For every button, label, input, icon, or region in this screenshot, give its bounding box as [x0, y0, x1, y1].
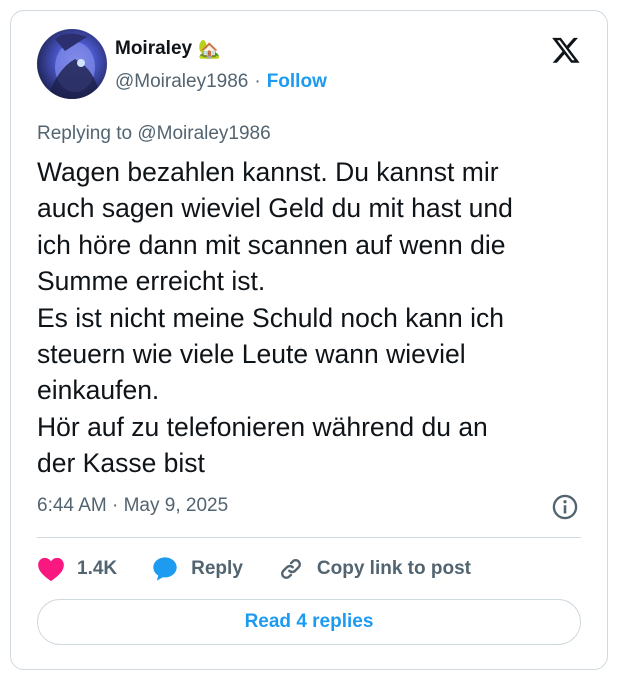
replying-to[interactable]: Replying to @Moiraley1986: [37, 123, 271, 145]
author-handle[interactable]: @Moiraley1986: [115, 71, 248, 93]
timestamp[interactable]: 6:44 AM · May 9, 2025: [37, 495, 228, 517]
link-icon: [280, 559, 301, 579]
heart-icon: [38, 557, 64, 582]
action-bar: 1.4K Reply Copy link to post: [37, 551, 505, 587]
x-logo-icon[interactable]: [551, 35, 581, 65]
author-name-row: Moiraley 🏡: [115, 38, 221, 60]
like-count: 1.4K: [77, 558, 118, 579]
copy-link-button[interactable]: Copy link to post: [277, 555, 471, 583]
copy-link-label: Copy link to post: [316, 558, 471, 579]
reply-button[interactable]: Reply: [151, 555, 243, 583]
divider: [37, 537, 581, 538]
reply-label: Reply: [191, 558, 243, 579]
follow-button[interactable]: Follow: [267, 71, 327, 93]
read-replies-label: Read 4 replies: [244, 611, 374, 632]
speech-bubble-icon: [153, 557, 177, 581]
tweet-text: Wagen bezahlen kannst. Du kannst mir auc…: [37, 157, 513, 479]
read-replies-button[interactable]: Read 4 replies: [37, 599, 581, 645]
info-icon[interactable]: [551, 493, 579, 521]
separator-dot: ·: [254, 71, 261, 92]
like-button[interactable]: 1.4K: [37, 556, 117, 582]
avatar[interactable]: [37, 29, 107, 99]
house-emoji-icon: 🏡: [198, 39, 221, 59]
author-handle-row: @Moiraley1986 · Follow: [115, 71, 327, 93]
tweet-card: Moiraley 🏡 @Moiraley1986 · Follow Replyi…: [10, 10, 608, 670]
author-name[interactable]: Moiraley: [115, 38, 192, 60]
